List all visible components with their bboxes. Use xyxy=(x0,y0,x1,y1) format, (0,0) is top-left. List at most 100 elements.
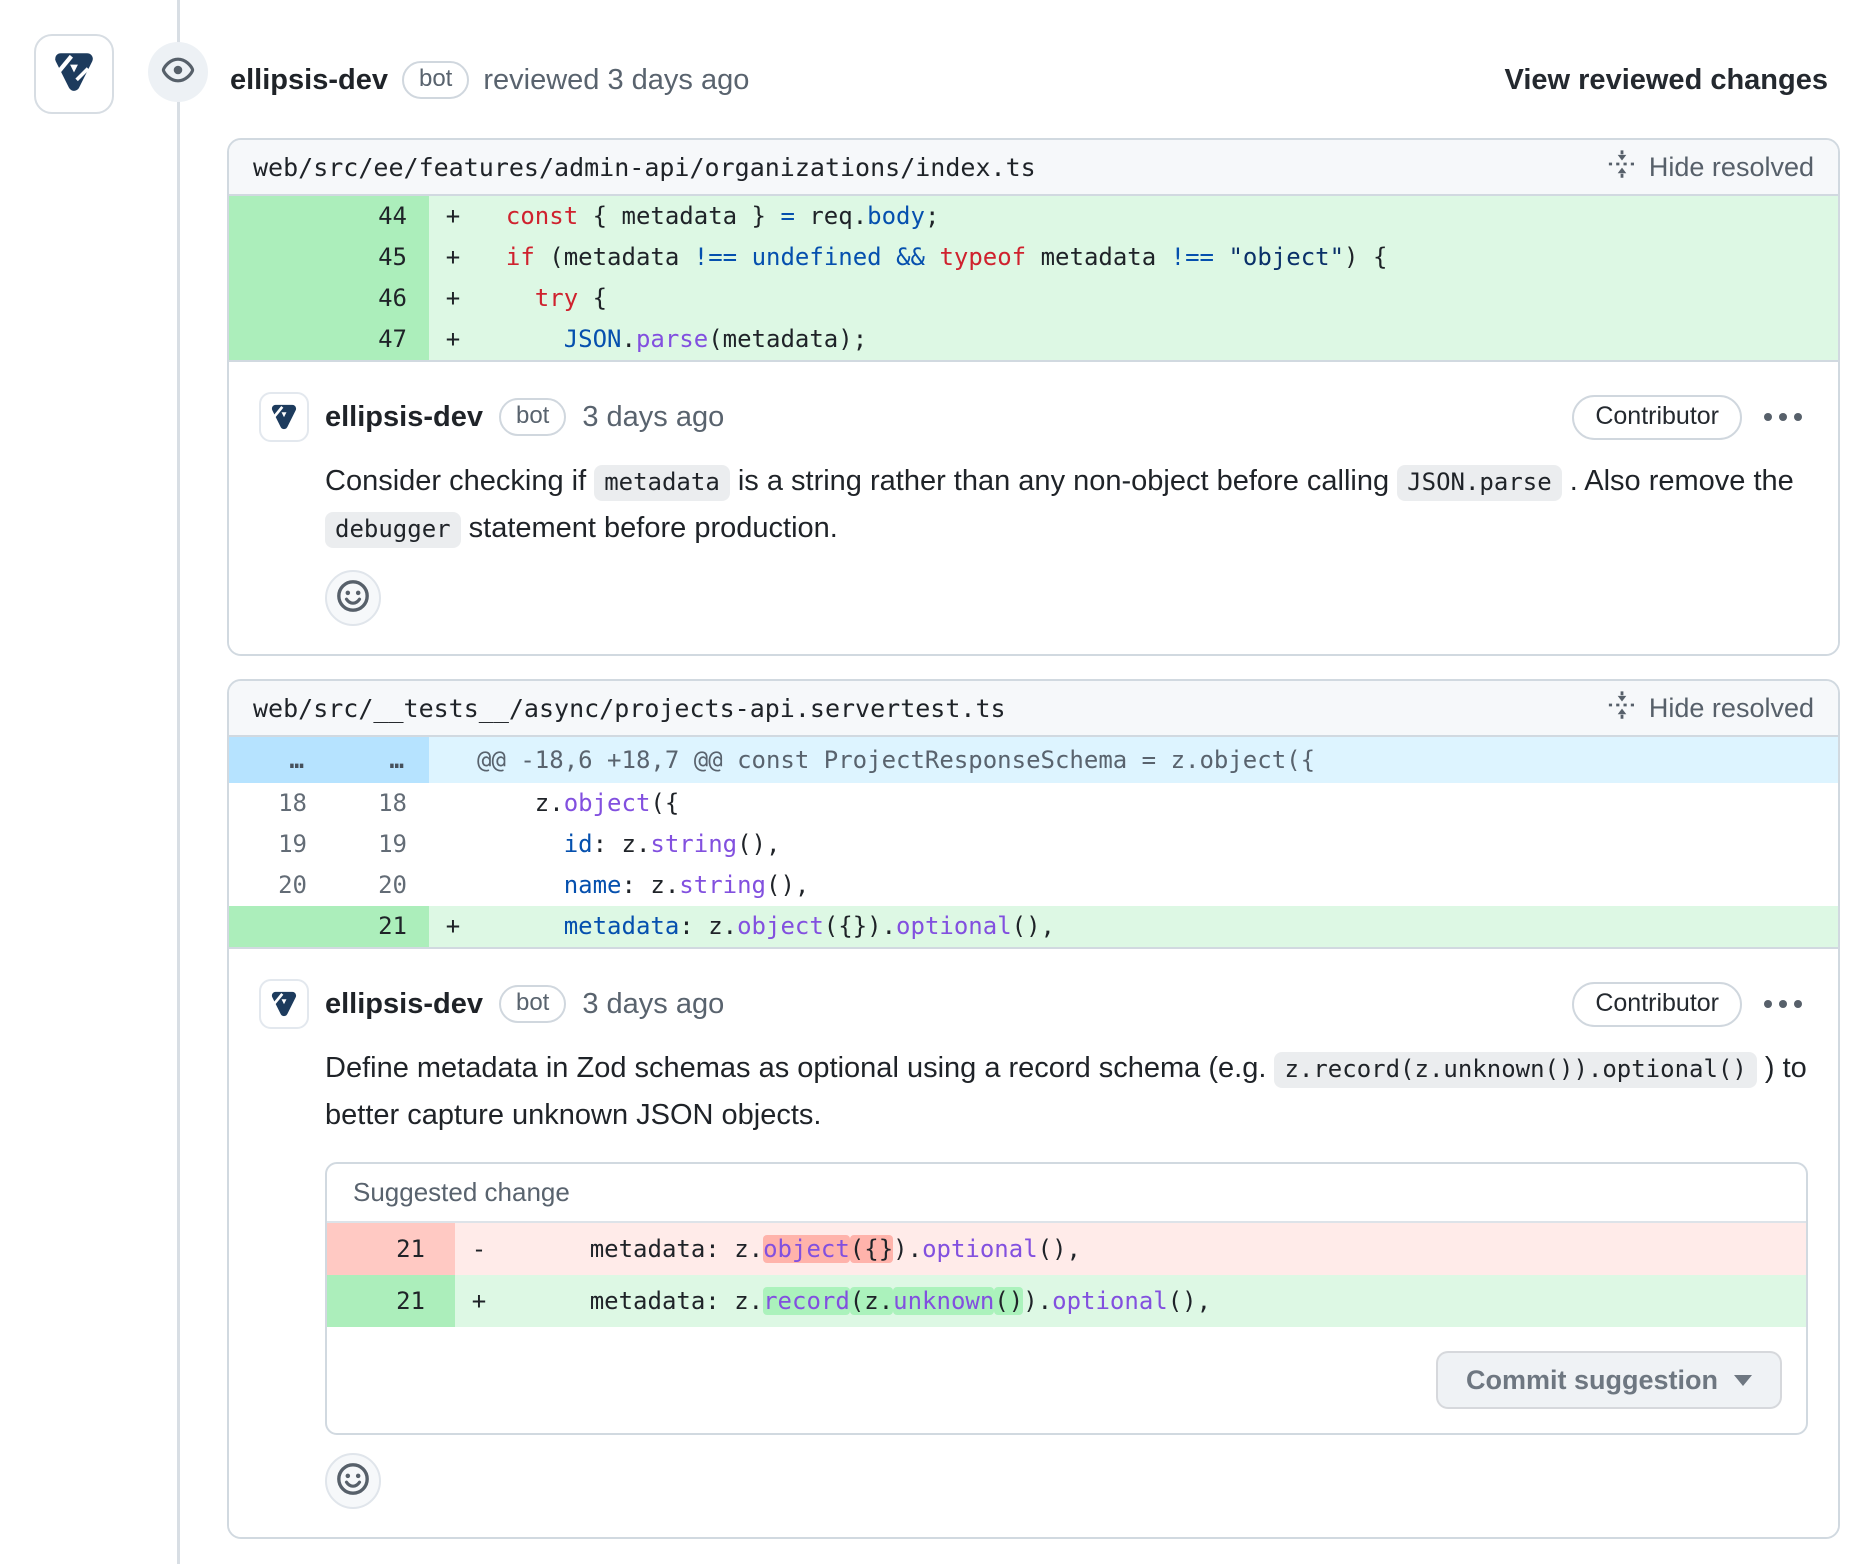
line-number xyxy=(229,906,329,947)
ellipsis-logo-icon xyxy=(46,44,102,105)
diff-row: 2020 name: z.string(), xyxy=(229,865,1838,906)
comment-menu-button[interactable] xyxy=(1758,988,1808,1020)
line-number: 44 xyxy=(329,196,429,237)
line-number xyxy=(229,278,329,319)
diff-row: 47+ JSON.parse(metadata); xyxy=(229,319,1838,360)
suggested-change-block: Suggested change 21- metadata: z.object(… xyxy=(325,1162,1808,1435)
code-line: id: z.string(), xyxy=(477,824,1838,865)
line-number: 18 xyxy=(329,783,429,824)
diff-marker: + xyxy=(429,906,477,947)
comment-body: Define metadata in Zod schemas as option… xyxy=(325,1045,1808,1138)
file-header: web/src/__tests__/async/projects-api.ser… xyxy=(229,681,1838,737)
diff-row: 44+ const { metadata } = req.body; xyxy=(229,196,1838,237)
inline-code: metadata xyxy=(594,465,730,501)
line-number: 21 xyxy=(327,1223,455,1275)
smiley-icon xyxy=(335,578,371,619)
code-line: metadata: z.record(z.unknown()).optional… xyxy=(503,1275,1806,1327)
code-line: @@ -18,6 +18,7 @@ const ProjectResponseS… xyxy=(477,737,1838,783)
line-number: 46 xyxy=(329,278,429,319)
kebab-icon xyxy=(1794,1000,1802,1008)
review-action-text: reviewed 3 days ago xyxy=(483,64,749,97)
add-reaction-button[interactable] xyxy=(325,1453,381,1509)
diff-marker: + xyxy=(429,196,477,237)
line-number: 19 xyxy=(329,824,429,865)
diff-row: 1818 z.object({ xyxy=(229,783,1838,824)
line-number: 21 xyxy=(327,1275,455,1327)
file-path-link[interactable]: web/src/ee/features/admin-api/organizati… xyxy=(253,153,1036,182)
suggestion-footer: Commit suggestion xyxy=(327,1327,1806,1433)
review-thread-card: web/src/ee/features/admin-api/organizati… xyxy=(227,138,1840,656)
kebab-icon xyxy=(1764,1000,1772,1008)
code-line: if (metadata !== undefined && typeof met… xyxy=(477,237,1838,278)
code-line: name: z.string(), xyxy=(477,865,1838,906)
contributor-badge: Contributor xyxy=(1572,395,1742,440)
hide-resolved-button[interactable]: Hide resolved xyxy=(1607,690,1814,727)
diff-marker xyxy=(429,737,477,783)
hide-resolved-button[interactable]: Hide resolved xyxy=(1607,149,1814,186)
smiley-icon xyxy=(335,1461,371,1502)
diff-row: 45+ if (metadata !== undefined && typeof… xyxy=(229,237,1838,278)
code-line: metadata: z.object({}).optional(), xyxy=(477,906,1838,947)
eye-icon xyxy=(160,52,196,93)
review-header: ellipsis-dev bot reviewed 3 days ago Vie… xyxy=(230,52,1828,108)
diff-row: 21+ metadata: z.record(z.unknown()).opti… xyxy=(327,1275,1806,1327)
inline-code: z.record(z.unknown()).optional() xyxy=(1274,1052,1756,1088)
review-comment: ellipsis-dev bot 3 days ago Contributor … xyxy=(229,947,1838,1537)
caret-down-icon xyxy=(1734,1375,1752,1386)
diff-marker: + xyxy=(429,237,477,278)
diff-row: 21+ metadata: z.object({}).optional(), xyxy=(229,906,1838,947)
line-number: 45 xyxy=(329,237,429,278)
kebab-icon xyxy=(1779,413,1787,421)
view-reviewed-changes-link[interactable]: View reviewed changes xyxy=(1505,64,1828,97)
add-reaction-button[interactable] xyxy=(325,570,381,626)
diff-marker: - xyxy=(455,1223,503,1275)
fold-icon xyxy=(1607,690,1637,727)
file-path-link[interactable]: web/src/__tests__/async/projects-api.ser… xyxy=(253,694,1006,723)
line-number xyxy=(229,319,329,360)
line-number: … xyxy=(329,737,429,783)
comment-menu-button[interactable] xyxy=(1758,401,1808,433)
comment-avatar[interactable] xyxy=(259,392,309,442)
comment-timestamp[interactable]: 3 days ago xyxy=(582,401,724,434)
code-line: JSON.parse(metadata); xyxy=(477,319,1838,360)
comment-timestamp[interactable]: 3 days ago xyxy=(582,988,724,1021)
hide-resolved-label: Hide resolved xyxy=(1649,152,1814,183)
diff-marker xyxy=(429,865,477,906)
comment-avatar[interactable] xyxy=(259,979,309,1029)
diff-row: 46+ try { xyxy=(229,278,1838,319)
comment-author[interactable]: ellipsis-dev xyxy=(325,401,483,434)
diff-row: ……@@ -18,6 +18,7 @@ const ProjectRespons… xyxy=(229,737,1838,783)
code-line: metadata: z.object({}).optional(), xyxy=(503,1223,1806,1275)
diff-row: 21- metadata: z.object({}).optional(), xyxy=(327,1223,1806,1275)
code-line: const { metadata } = req.body; xyxy=(477,196,1838,237)
kebab-icon xyxy=(1794,413,1802,421)
comment-body: Consider checking if metadata is a strin… xyxy=(325,458,1808,552)
code-line: z.object({ xyxy=(477,783,1838,824)
suggested-change-diff: 21- metadata: z.object({}).optional(),21… xyxy=(327,1223,1806,1327)
line-number xyxy=(229,237,329,278)
code-line: try { xyxy=(477,278,1838,319)
fold-icon xyxy=(1607,149,1637,186)
commit-suggestion-button[interactable]: Commit suggestion xyxy=(1436,1351,1782,1409)
inline-code: JSON.parse xyxy=(1397,465,1562,501)
diff-table: 44+ const { metadata } = req.body;45+ if… xyxy=(229,196,1838,360)
line-number xyxy=(229,196,329,237)
bot-badge: bot xyxy=(402,61,469,100)
line-number: 20 xyxy=(229,865,329,906)
diff-marker xyxy=(429,783,477,824)
inline-code: debugger xyxy=(325,512,461,548)
line-number: 47 xyxy=(329,319,429,360)
comment-author[interactable]: ellipsis-dev xyxy=(325,988,483,1021)
line-number: 21 xyxy=(329,906,429,947)
review-event-badge xyxy=(148,42,208,102)
diff-marker: + xyxy=(429,278,477,319)
diff-table: ……@@ -18,6 +18,7 @@ const ProjectRespons… xyxy=(229,737,1838,947)
review-comment: ellipsis-dev bot 3 days ago Contributor … xyxy=(229,360,1838,654)
reviewer-avatar[interactable] xyxy=(34,34,114,114)
comment-header: ellipsis-dev bot 3 days ago Contributor xyxy=(259,979,1808,1029)
reviewer-name[interactable]: ellipsis-dev xyxy=(230,64,388,97)
diff-marker xyxy=(429,824,477,865)
commit-suggestion-label: Commit suggestion xyxy=(1466,1365,1718,1396)
contributor-badge: Contributor xyxy=(1572,982,1742,1027)
comment-header: ellipsis-dev bot 3 days ago Contributor xyxy=(259,392,1808,442)
